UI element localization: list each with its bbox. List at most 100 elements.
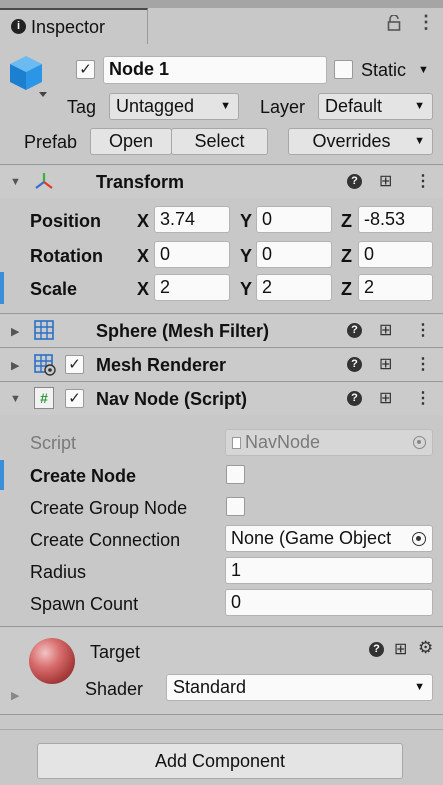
scale-z-field[interactable]: 2 bbox=[358, 274, 433, 301]
material-preview-sphere[interactable] bbox=[29, 638, 75, 684]
create-group-node-checkbox[interactable] bbox=[226, 497, 245, 516]
mesh-renderer-enabled-checkbox[interactable]: ✓ bbox=[65, 355, 84, 374]
foldout-expanded-icon[interactable]: ▼ bbox=[10, 393, 21, 405]
create-group-node-label: Create Group Node bbox=[30, 498, 188, 518]
tag-label: Tag bbox=[67, 97, 97, 117]
tab-title: Inspector bbox=[31, 17, 106, 37]
static-dropdown-arrow-icon[interactable]: ▼ bbox=[418, 64, 429, 76]
presets-icon[interactable]: ⊞ bbox=[379, 171, 392, 191]
modified-indicator bbox=[0, 460, 4, 490]
gear-icon[interactable]: ⚙ bbox=[418, 638, 433, 658]
prefab-label: Prefab bbox=[24, 132, 78, 152]
chevron-down-icon: ▼ bbox=[414, 100, 425, 112]
spawn-count-label: Spawn Count bbox=[30, 594, 139, 614]
create-node-checkbox[interactable] bbox=[226, 465, 245, 484]
inspector-tab[interactable]: i Inspector bbox=[0, 8, 148, 44]
foldout-collapsed-icon[interactable]: ▶ bbox=[11, 689, 19, 702]
position-y-label[interactable]: Y bbox=[240, 211, 252, 232]
help-icon[interactable]: ? bbox=[347, 174, 362, 189]
rotation-y-field[interactable]: 0 bbox=[256, 241, 332, 268]
material-name: Target bbox=[90, 642, 141, 662]
modified-indicator bbox=[0, 272, 4, 304]
active-checkbox[interactable]: ✓ bbox=[76, 60, 95, 79]
kebab-menu-icon[interactable]: ⋮ bbox=[415, 320, 431, 340]
presets-icon[interactable]: ⊞ bbox=[379, 388, 392, 408]
mesh-renderer-header[interactable]: ▶ ✓ Mesh Renderer ? ⊞ ⋮ bbox=[0, 349, 443, 381]
help-icon[interactable]: ? bbox=[347, 391, 362, 406]
kebab-menu-icon[interactable]: ⋮ bbox=[415, 171, 431, 191]
kebab-menu-icon[interactable]: ⋮ bbox=[415, 354, 431, 374]
presets-icon[interactable]: ⊞ bbox=[379, 354, 392, 374]
presets-icon[interactable]: ⊞ bbox=[379, 320, 392, 340]
position-x-field[interactable]: 3.74 bbox=[154, 206, 230, 233]
divider bbox=[0, 347, 443, 348]
divider bbox=[0, 381, 443, 382]
position-x-label[interactable]: X bbox=[137, 211, 149, 232]
position-y-field[interactable]: 0 bbox=[256, 206, 332, 233]
mesh-renderer-icon bbox=[34, 354, 56, 381]
position-z-field[interactable]: -8.53 bbox=[358, 206, 433, 233]
shader-dropdown[interactable]: Standard ▼ bbox=[166, 674, 433, 701]
nav-node-title: Nav Node (Script) bbox=[96, 389, 248, 409]
rotation-z-field[interactable]: 0 bbox=[358, 241, 433, 268]
foldout-collapsed-icon[interactable]: ▶ bbox=[11, 359, 19, 372]
scale-y-field[interactable]: 2 bbox=[256, 274, 332, 301]
divider bbox=[0, 313, 443, 314]
radius-label: Radius bbox=[30, 562, 87, 582]
scale-x-field[interactable]: 2 bbox=[154, 274, 230, 301]
rotation-z-label[interactable]: Z bbox=[341, 246, 352, 267]
rotation-y-label[interactable]: Y bbox=[240, 246, 252, 267]
radius-field[interactable]: 1 bbox=[225, 557, 433, 584]
object-picker-icon bbox=[413, 436, 426, 449]
prefab-overrides-dropdown[interactable]: Overrides ▼ bbox=[288, 128, 433, 155]
divider bbox=[0, 729, 443, 730]
kebab-menu-icon[interactable]: ⋮ bbox=[415, 388, 431, 408]
foldout-collapsed-icon[interactable]: ▶ bbox=[11, 325, 19, 338]
layer-value: Default bbox=[325, 96, 383, 116]
tag-value: Untagged bbox=[116, 96, 195, 116]
mesh-filter-title: Sphere (Mesh Filter) bbox=[96, 321, 270, 341]
transform-title: Transform bbox=[96, 172, 185, 192]
mesh-filter-header[interactable]: ▶ Sphere (Mesh Filter) ? ⊞ ⋮ bbox=[0, 315, 443, 347]
position-label: Position bbox=[30, 211, 101, 231]
spawn-count-field[interactable]: 0 bbox=[225, 589, 433, 616]
rotation-x-label[interactable]: X bbox=[137, 246, 149, 267]
lock-icon[interactable] bbox=[387, 14, 401, 31]
scale-x-label[interactable]: X bbox=[137, 279, 149, 300]
overrides-value: Overrides bbox=[312, 131, 391, 151]
help-icon[interactable]: ? bbox=[347, 323, 362, 338]
foldout-expanded-icon[interactable]: ▼ bbox=[10, 176, 21, 188]
cube-icon bbox=[8, 54, 48, 103]
position-z-label[interactable]: Z bbox=[341, 211, 352, 232]
layer-label: Layer bbox=[260, 97, 306, 117]
nav-node-enabled-checkbox[interactable]: ✓ bbox=[65, 389, 84, 408]
kebab-menu-icon[interactable]: ⋮ bbox=[417, 13, 435, 31]
static-label[interactable]: Static bbox=[361, 60, 406, 81]
script-label: Script bbox=[30, 433, 77, 453]
help-icon[interactable]: ? bbox=[369, 642, 384, 657]
help-icon[interactable]: ? bbox=[347, 357, 362, 372]
create-connection-field[interactable]: None (Game Object bbox=[225, 525, 433, 552]
prefab-select-button[interactable]: Select bbox=[171, 128, 268, 155]
create-connection-label: Create Connection bbox=[30, 530, 181, 550]
shader-label: Shader bbox=[85, 679, 144, 699]
transform-header[interactable]: ▼ Transform ? ⊞ ⋮ bbox=[0, 166, 443, 198]
scale-y-label[interactable]: Y bbox=[240, 279, 252, 300]
presets-icon[interactable]: ⊞ bbox=[394, 639, 407, 659]
rotation-x-field[interactable]: 0 bbox=[154, 241, 230, 268]
nav-node-header[interactable]: ▼ # ✓ Nav Node (Script) ? ⊞ ⋮ bbox=[0, 383, 443, 415]
layer-dropdown[interactable]: Default ▼ bbox=[318, 93, 433, 120]
info-icon: i bbox=[11, 19, 26, 34]
chevron-down-icon: ▼ bbox=[414, 135, 425, 147]
add-component-button[interactable]: Add Component bbox=[37, 743, 403, 779]
prefab-open-button[interactable]: Open bbox=[90, 128, 172, 155]
object-picker-icon[interactable] bbox=[412, 532, 426, 546]
script-value: NavNode bbox=[245, 432, 321, 452]
object-name-field[interactable]: Node 1 bbox=[103, 56, 327, 84]
static-checkbox[interactable] bbox=[334, 60, 353, 79]
tag-dropdown[interactable]: Untagged ▼ bbox=[109, 93, 239, 120]
divider bbox=[0, 164, 443, 165]
grid-icon bbox=[34, 320, 54, 345]
scale-z-label[interactable]: Z bbox=[341, 279, 352, 300]
transform-icon bbox=[34, 171, 54, 196]
